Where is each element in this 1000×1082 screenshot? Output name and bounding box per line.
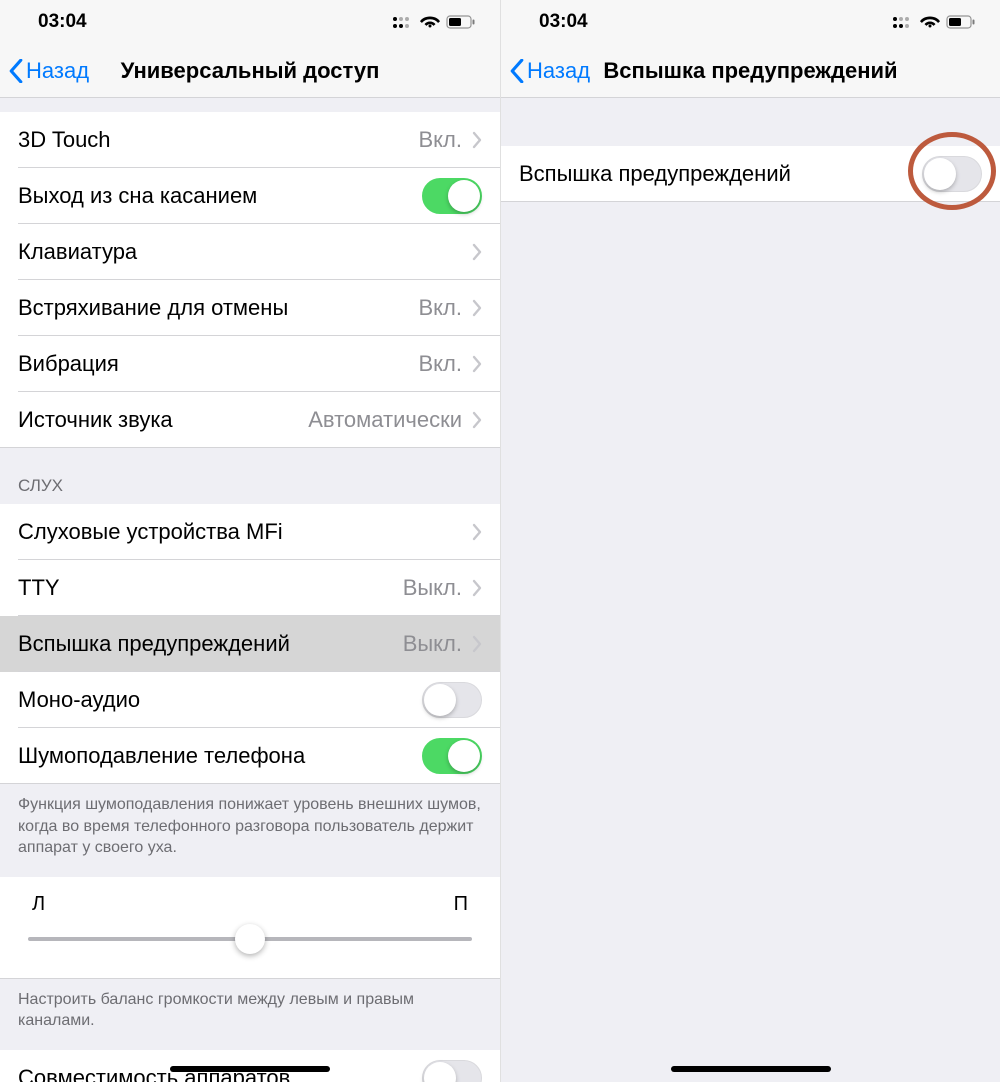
chevron-right-icon: [472, 243, 482, 261]
slider-thumb[interactable]: [235, 924, 265, 954]
chevron-right-icon: [472, 131, 482, 149]
row-value: Автоматически: [308, 407, 462, 433]
toggle[interactable]: [422, 1060, 482, 1082]
row-tty[interactable]: TTY Выкл.: [0, 560, 500, 616]
row-label: Источник звука: [18, 407, 173, 433]
row-клавиатура[interactable]: Клавиатура: [0, 224, 500, 280]
row-источник-звука[interactable]: Источник звука Автоматически: [0, 392, 500, 448]
row-label: Клавиатура: [18, 239, 137, 265]
signal-icon: [892, 15, 914, 29]
row-label: Выход из сна касанием: [18, 183, 257, 209]
screenshot-accessibility: 03:04 Назад Универсальный доступ 3D Touc…: [0, 0, 500, 1082]
nav-bar: Назад Вспышка предупреждений: [501, 44, 1000, 98]
nav-bar: Назад Универсальный доступ: [0, 44, 500, 98]
chevron-right-icon: [472, 411, 482, 429]
chevron-right-icon: [472, 635, 482, 653]
back-button[interactable]: Назад: [501, 58, 590, 84]
wifi-icon: [420, 15, 440, 29]
row-label: Вспышка предупреждений: [18, 631, 290, 657]
footer-balance: Настроить баланс громкости между левым и…: [0, 979, 500, 1050]
row-label: Вибрация: [18, 351, 119, 377]
row-value: Вкл.: [419, 127, 463, 153]
home-indicator: [671, 1066, 831, 1072]
slider-right-label: П: [454, 893, 468, 916]
row-label: TTY: [18, 575, 60, 601]
home-indicator: [170, 1066, 330, 1072]
row-value: Выкл.: [403, 631, 462, 657]
chevron-right-icon: [472, 355, 482, 373]
status-time: 03:04: [38, 11, 87, 33]
row-label: Моно-аудио: [18, 687, 140, 713]
battery-icon: [946, 15, 976, 29]
toggle[interactable]: [422, 738, 482, 774]
back-button[interactable]: Назад: [0, 58, 89, 84]
row-вспышка-предупреждений[interactable]: Вспышка предупреждений Выкл.: [0, 616, 500, 672]
row-label: 3D Touch: [18, 127, 111, 153]
row-3d-touch[interactable]: 3D Touch Вкл.: [0, 112, 500, 168]
toggle[interactable]: [422, 682, 482, 718]
status-icons: [392, 15, 476, 29]
row-value: Выкл.: [403, 575, 462, 601]
wifi-icon: [920, 15, 940, 29]
signal-icon: [392, 15, 414, 29]
row-label: Вспышка предупреждений: [519, 161, 791, 187]
slider-left-label: Л: [32, 893, 45, 916]
row-встряхивание-для-отмены[interactable]: Встряхивание для отмены Вкл.: [0, 280, 500, 336]
row-label: Встряхивание для отмены: [18, 295, 288, 321]
status-bar: 03:04: [501, 0, 1000, 44]
row-value: Вкл.: [419, 351, 463, 377]
chevron-left-icon: [509, 59, 525, 83]
chevron-right-icon: [472, 299, 482, 317]
row-выход-из-сна-касанием[interactable]: Выход из сна касанием: [0, 168, 500, 224]
toggle[interactable]: [422, 178, 482, 214]
balance-slider[interactable]: [28, 924, 472, 954]
chevron-right-icon: [472, 523, 482, 541]
chevron-right-icon: [472, 579, 482, 597]
back-label: Назад: [26, 58, 89, 84]
back-label: Назад: [527, 58, 590, 84]
battery-icon: [446, 15, 476, 29]
footer-noise: Функция шумоподавления понижает уровень …: [0, 784, 500, 877]
chevron-left-icon: [8, 59, 24, 83]
status-time: 03:04: [539, 11, 588, 33]
section-header-hearing: слух: [0, 448, 500, 504]
row-value: Вкл.: [419, 295, 463, 321]
row-вибрация[interactable]: Вибрация Вкл.: [0, 336, 500, 392]
row-шумоподавление-телефона[interactable]: Шумоподавление телефона: [0, 728, 500, 784]
screenshot-flash-alerts: 03:04 Назад Вспышка предупреждений Вспыш…: [500, 0, 1000, 1082]
row-label: Шумоподавление телефона: [18, 743, 305, 769]
status-bar: 03:04: [0, 0, 500, 44]
status-icons: [892, 15, 976, 29]
row-label: Слуховые устройства MFi: [18, 519, 283, 545]
row-flash-alerts[interactable]: Вспышка предупреждений: [501, 146, 1000, 202]
toggle-flash-alerts[interactable]: [922, 156, 982, 192]
balance-slider-row: Л П: [0, 877, 500, 979]
row-слуховые-устройства-mfi[interactable]: Слуховые устройства MFi: [0, 504, 500, 560]
row-моно-аудио[interactable]: Моно-аудио: [0, 672, 500, 728]
